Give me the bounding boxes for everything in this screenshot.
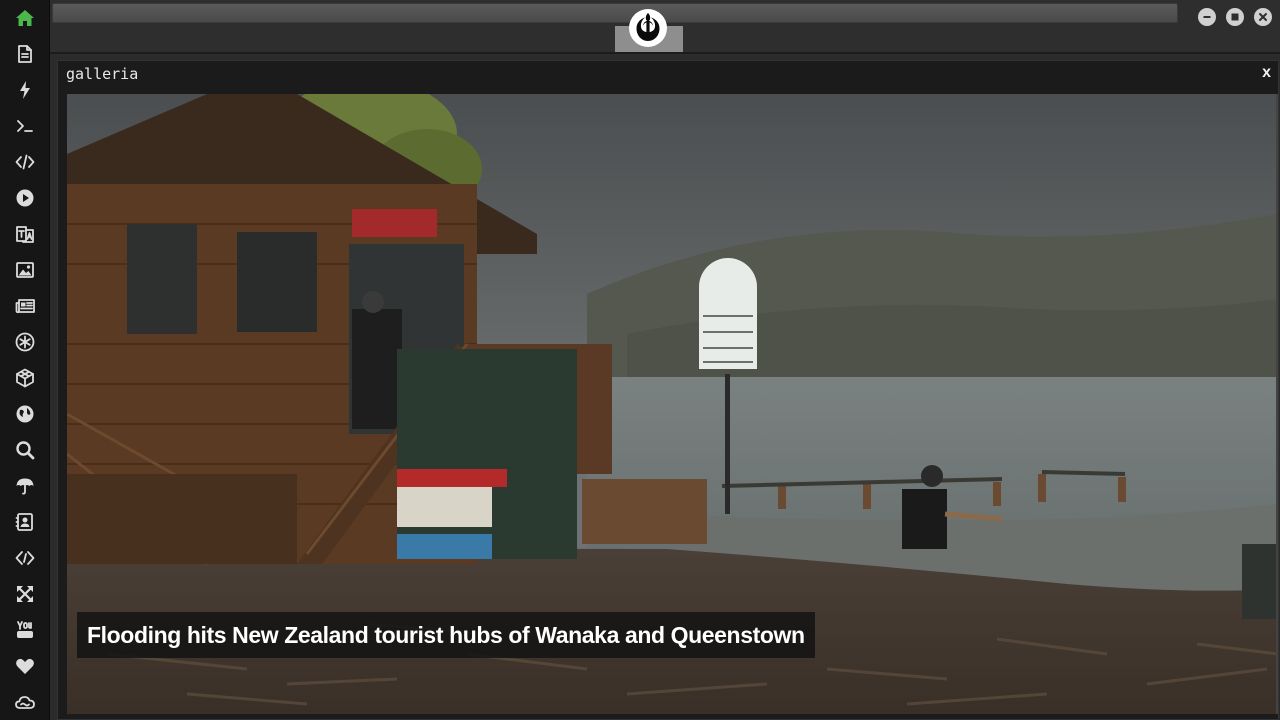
minimize-icon bbox=[1203, 16, 1211, 18]
asterisk-icon bbox=[15, 332, 35, 352]
sidebar bbox=[0, 0, 50, 720]
maximize-button[interactable] bbox=[1226, 8, 1244, 26]
panel-close-button[interactable]: x bbox=[1262, 64, 1271, 82]
expand-icon bbox=[16, 585, 34, 603]
gallery-panel: galleria x Flooding hits New Zealand tou… bbox=[57, 60, 1279, 720]
sidebar-item-globe[interactable] bbox=[0, 396, 50, 432]
sidebar-item-document[interactable] bbox=[0, 36, 50, 72]
sidebar-item-youtube[interactable] bbox=[0, 612, 50, 648]
close-icon bbox=[1259, 13, 1267, 21]
sidebar-item-asterisk[interactable] bbox=[0, 324, 50, 360]
panel-scrollbar[interactable] bbox=[1276, 94, 1278, 714]
image-caption: Flooding hits New Zealand tourist hubs o… bbox=[77, 612, 815, 658]
lightning-icon bbox=[20, 81, 30, 99]
sidebar-item-contact[interactable] bbox=[0, 504, 50, 540]
address-bar[interactable] bbox=[52, 3, 1178, 23]
image-icon bbox=[16, 262, 34, 278]
sidebar-item-translate[interactable] bbox=[0, 216, 50, 252]
heart-icon bbox=[16, 658, 34, 674]
umbrella-icon bbox=[16, 478, 34, 495]
sidebar-item-search[interactable] bbox=[0, 432, 50, 468]
sidebar-item-cloud[interactable] bbox=[0, 684, 50, 720]
sidebar-item-lightning[interactable] bbox=[0, 72, 50, 108]
sidebar-item-play[interactable] bbox=[0, 180, 50, 216]
sidebar-item-home[interactable] bbox=[0, 0, 50, 36]
sidebar-item-heart[interactable] bbox=[0, 648, 50, 684]
play-icon bbox=[16, 189, 34, 207]
terminal-icon bbox=[17, 120, 33, 132]
sidebar-item-image[interactable] bbox=[0, 252, 50, 288]
newspaper-icon bbox=[15, 299, 35, 314]
globe-icon bbox=[16, 405, 34, 423]
code-icon bbox=[15, 154, 35, 170]
sidebar-item-news[interactable] bbox=[0, 288, 50, 324]
sidebar-item-umbrella[interactable] bbox=[0, 468, 50, 504]
sidebar-item-expand[interactable] bbox=[0, 576, 50, 612]
sidebar-item-code[interactable] bbox=[0, 144, 50, 180]
rebel-alliance-emblem-icon bbox=[629, 9, 667, 47]
translate-icon bbox=[16, 226, 34, 243]
code-tag-icon bbox=[15, 551, 35, 565]
sidebar-item-code-tag[interactable] bbox=[0, 540, 50, 576]
top-bar bbox=[50, 0, 1280, 54]
gallery-image[interactable]: Flooding hits New Zealand tourist hubs o… bbox=[67, 94, 1278, 714]
sidebar-item-terminal[interactable] bbox=[0, 108, 50, 144]
close-window-button[interactable] bbox=[1254, 8, 1272, 26]
document-icon bbox=[18, 45, 32, 63]
maximize-icon bbox=[1231, 13, 1239, 21]
youtube-icon bbox=[17, 621, 33, 638]
cube-icon bbox=[16, 368, 34, 388]
minimize-button[interactable] bbox=[1198, 8, 1216, 26]
cloud-icon bbox=[15, 696, 35, 709]
home-icon bbox=[16, 10, 34, 26]
panel-title: galleria bbox=[66, 65, 139, 83]
sidebar-item-cube[interactable] bbox=[0, 360, 50, 396]
contact-icon bbox=[15, 513, 33, 531]
search-icon bbox=[16, 441, 35, 460]
